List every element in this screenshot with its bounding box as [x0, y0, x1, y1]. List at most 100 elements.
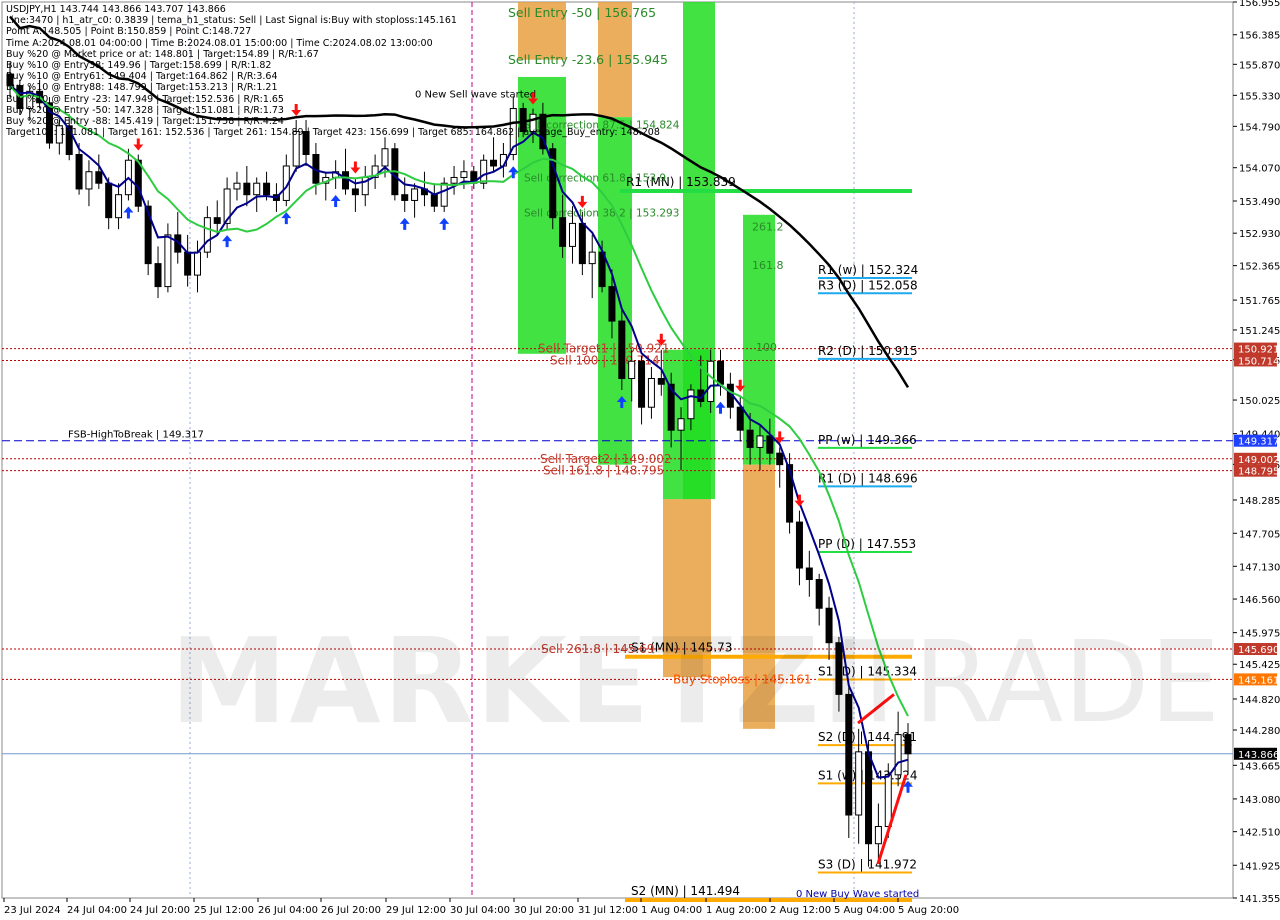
y-tick-label: 148.285 [1239, 496, 1280, 507]
candle-body [815, 579, 823, 609]
candle-body [263, 182, 271, 196]
candle-body [233, 182, 241, 190]
y-tick-label: 150.025 [1239, 396, 1280, 407]
symbol-line: USDJPY,H1 143.744 143.866 143.707 143.86… [6, 4, 226, 15]
watermark-bold: MARKETZI [170, 612, 868, 750]
y-tick-label: 142.510 [1239, 828, 1280, 839]
price-badge-label: 150.714 [1238, 356, 1279, 367]
info-line: Line:3470 | h1_atr_c0: 0.3839 | tema_h1_… [6, 15, 457, 27]
annotation-label: Sell correction 38.2 | 153.293 [524, 207, 679, 219]
candle [618, 309, 626, 390]
pivot-level-label: PP (w) | 149.366 [818, 433, 917, 447]
y-tick-label: 141.925 [1239, 861, 1280, 872]
y-tick-label: 145.425 [1239, 660, 1280, 671]
candle [549, 143, 557, 230]
candle-body [381, 148, 389, 167]
candle-body [243, 182, 251, 196]
candle-body [95, 171, 103, 184]
y-tick-label: 151.765 [1239, 296, 1280, 307]
x-tick-label: 5 Aug 20:00 [898, 905, 959, 916]
x-tick-label: 24 Jul 20:00 [130, 905, 190, 916]
candle-body [115, 194, 123, 219]
info-panel: USDJPY,H1 143.744 143.866 143.707 143.86… [6, 4, 660, 138]
candle-body [795, 521, 803, 569]
y-tick-label: 152.365 [1239, 262, 1280, 273]
x-tick-label: 1 Aug 04:00 [641, 905, 702, 916]
candle-body [618, 320, 626, 379]
info-line: Target100: 151.081 | Target 161: 152.536… [6, 127, 660, 139]
price-badge-label: 149.317 [1238, 437, 1279, 448]
candle-body [766, 435, 774, 454]
y-tick-label: 144.280 [1239, 726, 1280, 737]
candle-body [677, 418, 685, 431]
info-line: Buy %20 @ Entry -88: 145.419 | Target:15… [6, 116, 284, 128]
x-tick-label: 24 Jul 04:00 [67, 905, 127, 916]
candle-body [75, 153, 83, 190]
y-tick-label: 153.490 [1239, 197, 1280, 208]
pivot-level-label: R2 (D) | 150.915 [818, 344, 918, 358]
y-tick-label: 143.080 [1239, 795, 1280, 806]
watermark-light: TRADE [845, 618, 1221, 748]
info-line: Buy %20 @ Market price or at: 148.801 | … [6, 48, 319, 60]
candle-body [746, 429, 754, 448]
candle-body [638, 360, 646, 408]
candle-body [805, 567, 813, 581]
candle-body [884, 774, 892, 827]
candle-body [756, 435, 764, 448]
zone-label: 161.8 [752, 259, 784, 272]
x-tick-label: 30 Jul 04:00 [450, 905, 510, 916]
monthly-level-label: S2 (MN) | 141.494 [631, 884, 740, 898]
candle-body [657, 377, 665, 385]
info-line: Buy %10 @ Entry -23: 147.949 | Target:15… [6, 93, 284, 105]
candle-body [430, 194, 438, 207]
candle-body [628, 360, 636, 379]
candle-body [193, 251, 201, 276]
candle-body [351, 188, 359, 196]
y-tick-label: 144.820 [1239, 695, 1280, 706]
candle-body [411, 188, 419, 201]
x-tick-label: 30 Jul 20:00 [514, 905, 574, 916]
candle-body [401, 194, 409, 201]
y-tick-label: 141.355 [1239, 894, 1280, 905]
y-tick-label: 156.955 [1239, 0, 1280, 9]
y-tick-label: 152.930 [1239, 229, 1280, 240]
candle-body [687, 389, 695, 420]
info-line: Buy %10 @ Entry88: 148.799 | Target:153.… [6, 82, 278, 94]
pivot-level-label: R1 (D) | 148.696 [818, 471, 918, 485]
candle-body [85, 171, 93, 190]
candle-body [450, 176, 458, 184]
candle-body [480, 159, 488, 184]
y-tick-label: 143.665 [1239, 761, 1280, 772]
info-line: Time A:2024.08.01 04:00:00 | Time B:2024… [6, 37, 433, 49]
x-tick-label: 5 Aug 04:00 [834, 905, 895, 916]
price-badge-label: 145.161 [1238, 675, 1279, 686]
zone-label: 261.2 [752, 220, 784, 233]
candle-body [865, 751, 873, 845]
candle-body [647, 377, 655, 408]
candle-body [105, 182, 113, 219]
info-line: Point A:148.505 | Point B:150.859 | Poin… [6, 26, 252, 38]
candle-body [707, 360, 715, 402]
candle-body [568, 222, 576, 247]
x-tick-label: 31 Jul 12:00 [578, 905, 638, 916]
candle-body [154, 263, 162, 288]
info-line: Buy %10 @ Entry38: 149.96 | Target:158.6… [6, 60, 272, 72]
fsb-level-label: FSB-HighToBreak | 149.317 [68, 430, 204, 441]
x-tick-label: 2 Aug 12:00 [770, 905, 831, 916]
price-badge-label: 143.866 [1238, 750, 1279, 761]
pivot-level-label: PP (D) | 147.553 [818, 537, 916, 551]
annotation-label: Sell 161.8 | 148.795 [543, 464, 664, 478]
candle-body [559, 217, 567, 247]
candle-body [490, 159, 498, 167]
candle-body [578, 222, 586, 265]
candle-body [203, 217, 211, 253]
price-badge-label: 150.921 [1238, 345, 1279, 356]
price-badge-label: 149.002 [1238, 455, 1279, 466]
candle-body [736, 406, 744, 431]
zone-label: 100 [756, 341, 777, 354]
candle-body [253, 182, 261, 196]
y-tick-label: 154.790 [1239, 122, 1280, 133]
info-line: Buy %10 @ Entry61: 149.404 | Target:164.… [6, 71, 278, 83]
y-tick-label: 155.870 [1239, 60, 1280, 71]
y-tick-label: 146.560 [1239, 595, 1280, 606]
